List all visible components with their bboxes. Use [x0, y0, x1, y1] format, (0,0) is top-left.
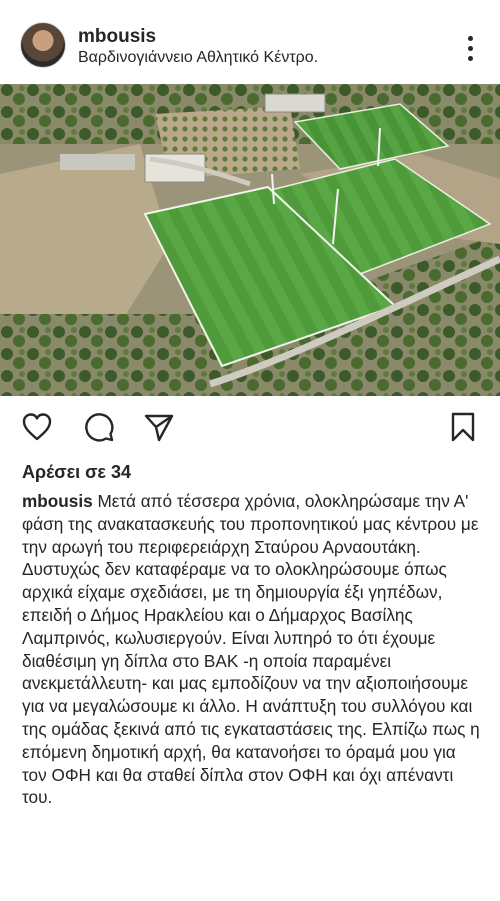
- caption-username[interactable]: mbousis: [22, 491, 93, 511]
- post-actions: [0, 410, 500, 450]
- post-header: mbousis Βαρδινογιάννειο Αθλητικό Κέντρο.: [0, 0, 500, 80]
- bookmark-icon[interactable]: [446, 410, 480, 444]
- comment-icon[interactable]: [82, 410, 116, 444]
- post-photo[interactable]: [0, 84, 500, 396]
- avatar[interactable]: [20, 22, 66, 68]
- post-username[interactable]: mbousis: [78, 26, 156, 48]
- heart-icon[interactable]: [20, 410, 54, 444]
- send-icon[interactable]: [142, 410, 176, 444]
- post-caption: mbousis Μετά από τέσσερα χρόνια, ολοκληρ…: [22, 490, 484, 809]
- more-options-icon[interactable]: [460, 34, 480, 61]
- likes-count[interactable]: Αρέσει σε 34: [22, 462, 131, 483]
- post-location[interactable]: Βαρδινογιάννειο Αθλητικό Κέντρο.: [78, 49, 318, 67]
- caption-text: Μετά από τέσσερα χρόνια, ολοκληρώσαμε τη…: [22, 491, 480, 808]
